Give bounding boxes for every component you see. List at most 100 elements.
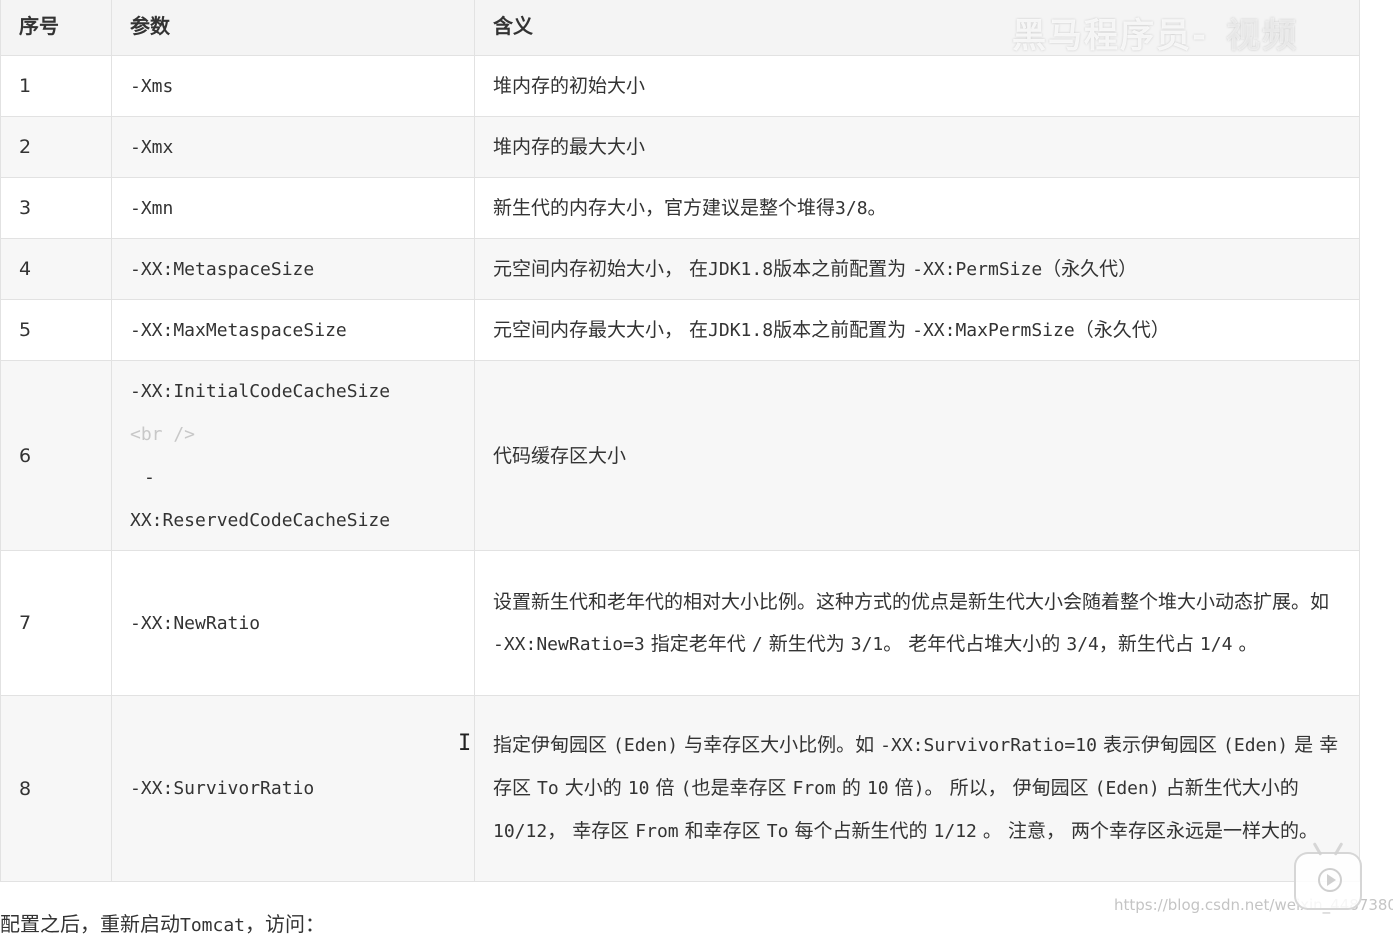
row-param: -Xms	[111, 55, 475, 117]
table-row: 7 -XX:NewRatio 设置新生代和老年代的相对大小比例。这种方式的优点是…	[0, 550, 1360, 696]
row-index: 8	[0, 695, 112, 882]
footer-paragraph: 配置之后，重新启动Tomcat，访问：	[0, 908, 325, 937]
row-index: 5	[0, 299, 112, 361]
meaning-code: (	[680, 778, 692, 799]
meaning-text: 指定伊甸园区	[493, 734, 614, 756]
meaning-code: 1/12	[933, 821, 977, 842]
row-param: -XX:SurvivorRatio	[111, 695, 475, 882]
meaning-code: -XX:SurvivorRatio=10	[880, 735, 1097, 756]
row-meaning: 元空间内存初始大小， 在JDK1.8版本之前配置为 -XX:PermSize（永…	[474, 238, 1360, 300]
meaning-text: 也是幸存区	[691, 777, 793, 799]
table-row: 5 -XX:MaxMetaspaceSize 元空间内存最大大小， 在JDK1.…	[0, 299, 1360, 361]
meaning-code: (Eden)	[1223, 735, 1289, 756]
meaning-text: （永久代）	[1042, 257, 1138, 280]
meaning-text: 设置新生代和老年代的相对大小比例。这种方式的优点是新生代大小会随着整个堆大小动态…	[493, 590, 1330, 613]
table-row: 8 -XX:SurvivorRatio 指定伊甸园区 (Eden) 与幸存区大小…	[0, 695, 1360, 882]
meaning-code: -XX:PermSize	[912, 258, 1043, 280]
meaning-text: 。 老年代占堆大小的	[883, 632, 1067, 655]
meaning-code: From	[792, 778, 836, 799]
header-index: 序号	[0, 0, 112, 56]
meaning-code: -XX:NewRatio=3	[493, 633, 645, 655]
row-index: 2	[0, 116, 112, 178]
footer-text-pre: 配置之后，重新启动	[0, 912, 180, 936]
row-meaning: 堆内存的最大大小	[474, 116, 1360, 178]
row-meaning: 指定伊甸园区 (Eden) 与幸存区大小比例。如 -XX:SurvivorRat…	[474, 695, 1360, 882]
meaning-text: 指定老年代	[644, 632, 752, 655]
row-index: 7	[0, 550, 112, 696]
footer-code: Tomcat	[180, 915, 246, 936]
meaning-text: 倍	[888, 777, 914, 799]
meaning-text: ， 幸存区	[547, 820, 636, 842]
row-meaning: 新生代的内存大小，官方建议是整个堆得3/8。	[474, 177, 1360, 239]
meaning-code: 3/1	[850, 633, 884, 655]
row-param: -XX:MetaspaceSize	[111, 238, 475, 300]
meaning-code: To	[537, 778, 559, 799]
meaning-text: 元空间内存最大大小， 在	[493, 318, 709, 341]
text-cursor-icon: I	[458, 731, 472, 756]
meaning-code: 1/4	[1199, 633, 1233, 655]
param-line: XX:ReservedCodeCacheSize	[130, 509, 391, 531]
row-param: -Xmn	[111, 177, 475, 239]
meaning-code: 3/4	[1066, 633, 1099, 655]
row-meaning: 代码缓存区大小	[474, 360, 1360, 551]
table-row: 2 -Xmx 堆内存的最大大小	[0, 116, 1360, 178]
meaning-code: 10	[627, 778, 650, 799]
meaning-text: 元空间内存初始大小， 在	[493, 257, 709, 280]
meaning-text: 。 注意， 两个幸存区永远是一样大的。	[976, 820, 1318, 842]
play-icon	[1318, 868, 1342, 892]
row-param: -XX:MaxMetaspaceSize	[111, 299, 475, 361]
row-param: -XX:NewRatio	[111, 550, 475, 696]
meaning-text: 版本之前配置为	[773, 318, 913, 341]
meaning-text: 新生代的内存大小，官方建议是整个堆得	[493, 196, 836, 219]
meaning-text: 的	[835, 777, 867, 799]
meaning-text: 每个占新生代的	[788, 820, 934, 842]
meaning-text: 与幸存区大小比例。如	[678, 734, 881, 756]
row-index: 3	[0, 177, 112, 239]
meaning-text: 大小的	[558, 777, 628, 799]
watermark-brand: 黑马程序员-	[1012, 16, 1209, 56]
play-button[interactable]	[1294, 852, 1362, 910]
meaning-text: ，新生代占	[1098, 632, 1200, 655]
meaning-text: 和幸存区	[678, 820, 767, 842]
row-meaning: 堆内存的初始大小	[474, 55, 1360, 117]
meaning-code: From	[635, 821, 679, 842]
meaning-text: 新生代为	[762, 632, 851, 655]
param-dash: -	[144, 466, 155, 488]
meaning-text: （永久代）	[1074, 318, 1170, 341]
table-row: 6 -XX:InitialCodeCacheSize <br /> - XX:R…	[0, 360, 1360, 551]
row-param: -Xmx	[111, 116, 475, 178]
meaning-code: /	[751, 633, 763, 655]
row-meaning: 设置新生代和老年代的相对大小比例。这种方式的优点是新生代大小会随着整个堆大小动态…	[474, 550, 1360, 696]
parameter-table: 序号 参数 含义 1 -Xms 堆内存的初始大小 2 -Xmx 堆内存的最大大小…	[0, 0, 1360, 882]
video-watermark: 黑马程序员- 视频	[1012, 8, 1298, 57]
meaning-text: 。	[1232, 632, 1258, 655]
param-line: -XX:InitialCodeCacheSize	[130, 380, 391, 402]
meaning-code: JDK1.8	[708, 319, 774, 341]
meaning-code: JDK1.8	[708, 258, 774, 280]
row-index: 6	[0, 360, 112, 551]
meaning-text: 倍	[649, 777, 681, 799]
row-param: -XX:InitialCodeCacheSize <br /> - XX:Res…	[111, 360, 475, 551]
meaning-text: 。 所以， 伊甸园区	[924, 777, 1095, 799]
row-meaning: 元空间内存最大大小， 在JDK1.8版本之前配置为 -XX:MaxPermSiz…	[474, 299, 1360, 361]
header-param: 参数	[111, 0, 475, 56]
meaning-code: 3/8	[835, 197, 868, 219]
table-row: 3 -Xmn 新生代的内存大小，官方建议是整个堆得3/8。	[0, 177, 1360, 239]
meaning-code: 10/12	[493, 821, 548, 842]
meaning-code: 10	[866, 778, 889, 799]
meaning-text: 。	[867, 196, 887, 219]
meaning-code: -XX:MaxPermSize	[912, 319, 1075, 341]
watermark-video: 视频	[1226, 16, 1299, 56]
meaning-code: To	[766, 821, 789, 842]
table-row: 1 -Xms 堆内存的初始大小	[0, 55, 1360, 117]
meaning-code: )	[913, 778, 925, 799]
meaning-text: 表示伊甸园区	[1096, 734, 1224, 756]
footer-text-post: ，访问：	[245, 912, 326, 936]
meaning-code: (Eden)	[613, 735, 679, 756]
meaning-code: (Eden)	[1094, 778, 1160, 799]
row-index: 4	[0, 238, 112, 300]
meaning-text: 占新生代大小的	[1159, 777, 1299, 799]
meaning-text: 版本之前配置为	[773, 257, 913, 280]
param-br-tag: <br />	[130, 423, 196, 445]
row-index: 1	[0, 55, 112, 117]
